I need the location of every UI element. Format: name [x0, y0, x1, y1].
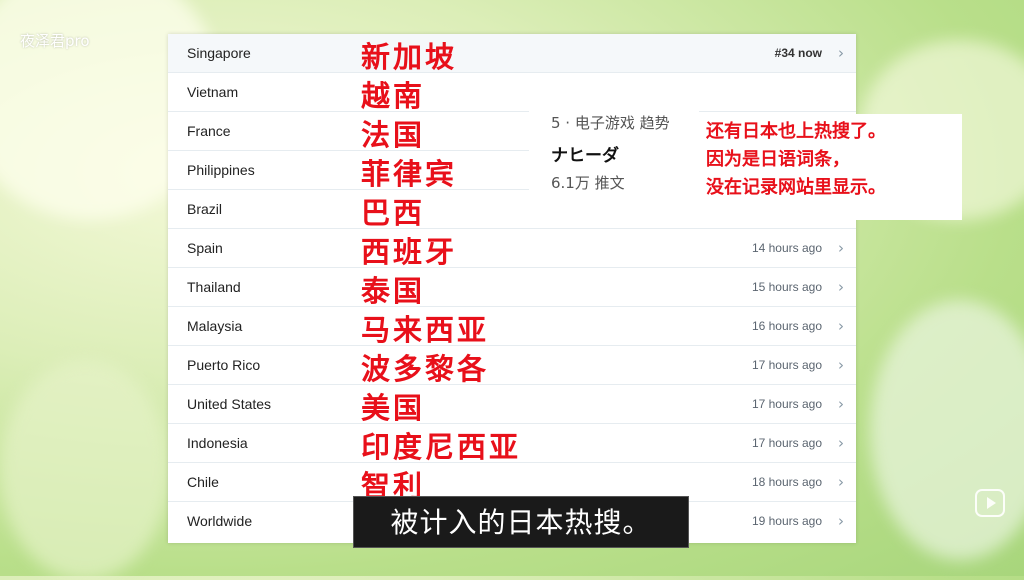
chevron-right-icon[interactable]: › — [838, 317, 844, 335]
trend-tweet-count: 6.1万 推文 — [551, 174, 625, 192]
trends-list-panel: Singapore 新加坡 #34 now › Vietnam 越南 Franc… — [168, 34, 856, 543]
chevron-right-icon[interactable]: › — [838, 434, 844, 452]
annotation-note: 还有日本也上热搜了。 因为是日语词条， 没在记录网站里显示。 — [696, 114, 962, 220]
chinese-annotation: 泰国 — [361, 274, 426, 308]
note-line: 因为是日语词条， — [706, 149, 850, 170]
chinese-annotation: 波多黎各 — [361, 352, 490, 386]
country-label: Thailand — [187, 279, 241, 295]
country-label: Spain — [187, 240, 223, 256]
chevron-right-icon[interactable]: › — [838, 356, 844, 374]
trend-time: 19 hours ago — [751, 514, 822, 528]
video-subtitle: 被计入的日本热搜。 — [353, 496, 689, 548]
country-label: United States — [187, 396, 272, 412]
table-row[interactable]: United States 美国 17 hours ago › — [168, 385, 856, 425]
chinese-annotation: 巴西 — [361, 196, 426, 230]
table-row[interactable]: Puerto Rico 波多黎各 17 hours ago › — [168, 346, 856, 386]
country-label: Brazil — [187, 201, 223, 217]
country-label: Malaysia — [187, 318, 243, 334]
country-label: Puerto Rico — [187, 357, 261, 373]
table-row[interactable]: Malaysia 马来西亚 16 hours ago › — [168, 307, 856, 347]
country-label: Philippines — [187, 162, 255, 178]
table-row[interactable]: Indonesia 印度尼西亚 17 hours ago › — [168, 424, 856, 464]
country-label: Indonesia — [187, 435, 248, 451]
chevron-right-icon[interactable]: › — [838, 512, 844, 530]
country-label: Singapore — [187, 45, 251, 61]
trend-time: #34 now — [774, 46, 822, 60]
trend-time: 17 hours ago — [751, 397, 822, 411]
trend-time: 15 hours ago — [751, 280, 822, 294]
chinese-annotation: 印度尼西亚 — [361, 430, 522, 464]
note-line: 还有日本也上热搜了。 — [706, 121, 886, 142]
trend-meta: 5 · 电子游戏 趋势 — [551, 114, 670, 132]
chinese-annotation: 西班牙 — [361, 235, 458, 269]
chevron-right-icon[interactable]: › — [838, 395, 844, 413]
country-label: Vietnam — [187, 84, 239, 100]
note-line: 没在记录网站里显示。 — [706, 177, 886, 198]
trend-time: 18 hours ago — [751, 475, 822, 489]
channel-watermark: 夜泽君pro — [20, 32, 90, 50]
table-row[interactable]: Singapore 新加坡 #34 now › — [168, 34, 856, 74]
country-label: Worldwide — [187, 513, 253, 529]
chevron-right-icon[interactable]: › — [838, 473, 844, 491]
table-row[interactable]: Spain 西班牙 14 hours ago › — [168, 229, 856, 269]
background-glow — [0, 360, 170, 580]
chevron-right-icon[interactable]: › — [838, 278, 844, 296]
background-glow — [870, 300, 1024, 560]
country-label: France — [187, 123, 231, 139]
play-icon[interactable] — [975, 489, 1005, 517]
chinese-annotation: 马来西亚 — [361, 313, 490, 347]
chinese-annotation: 菲律宾 — [361, 157, 458, 191]
chinese-annotation: 新加坡 — [361, 40, 458, 74]
trend-time: 17 hours ago — [751, 436, 822, 450]
chinese-annotation: 越南 — [361, 79, 426, 113]
chevron-right-icon[interactable]: › — [838, 239, 844, 257]
japan-trend-card: 5 · 电子游戏 趋势 ナヒーダ 6.1万 推文 — [529, 98, 699, 198]
trend-time: 14 hours ago — [751, 241, 822, 255]
chinese-annotation: 法国 — [361, 118, 426, 152]
country-label: Chile — [187, 474, 219, 490]
table-row[interactable]: Vietnam 越南 — [168, 73, 856, 113]
trend-name: ナヒーダ — [551, 146, 619, 166]
chinese-annotation: 美国 — [361, 391, 426, 425]
trend-time: 17 hours ago — [751, 358, 822, 372]
trend-time: 16 hours ago — [751, 319, 822, 333]
table-row[interactable]: Thailand 泰国 15 hours ago › — [168, 268, 856, 308]
chevron-right-icon[interactable]: › — [838, 44, 844, 62]
